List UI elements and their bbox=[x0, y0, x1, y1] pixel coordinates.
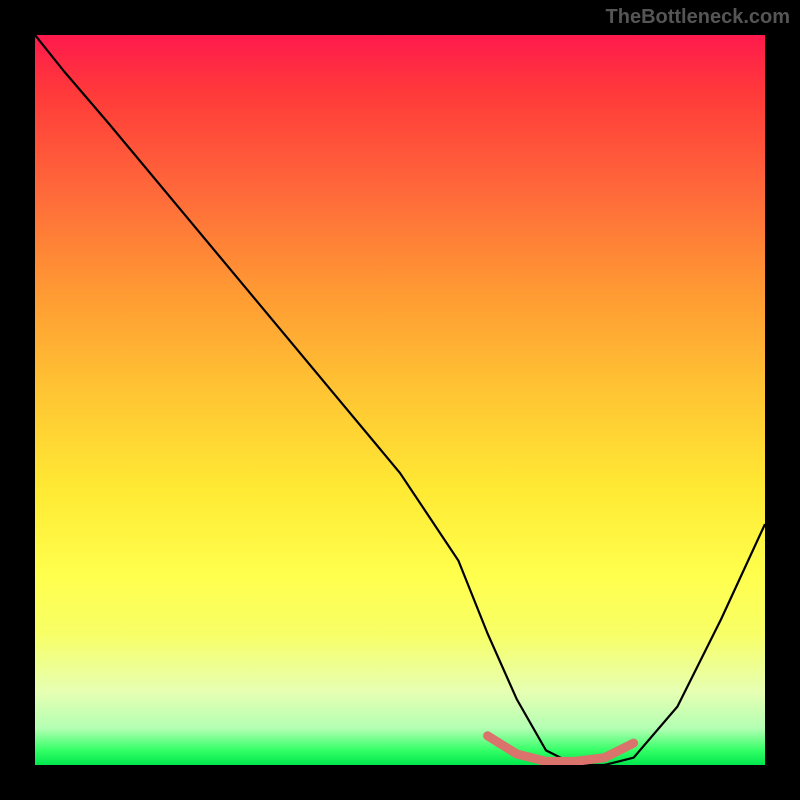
plot-area bbox=[35, 35, 765, 765]
watermark-text: TheBottleneck.com bbox=[606, 6, 790, 29]
curve-svg bbox=[35, 35, 765, 765]
highlight-segment bbox=[488, 736, 634, 762]
chart-container: TheBottleneck.com bbox=[0, 0, 800, 800]
bottleneck-curve bbox=[35, 35, 765, 765]
